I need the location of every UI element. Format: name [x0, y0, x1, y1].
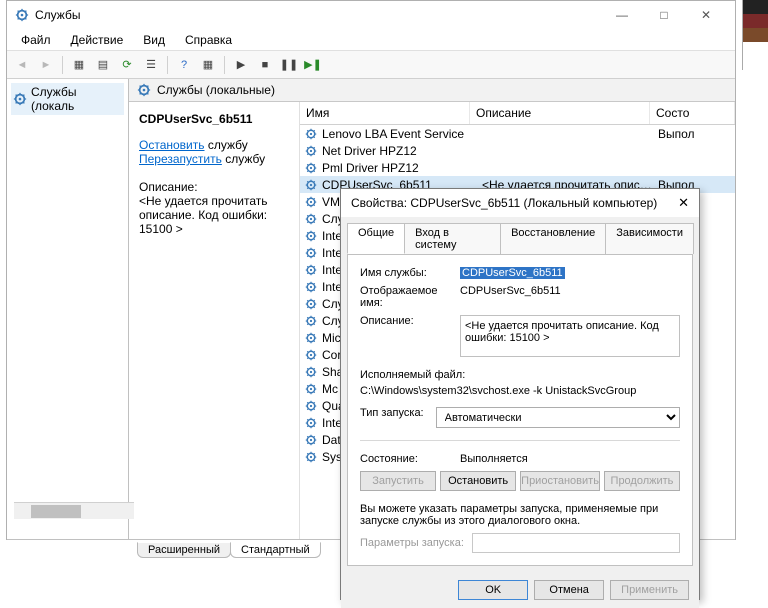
service-icon: [304, 382, 318, 396]
services-icon: [13, 92, 27, 106]
restart-link[interactable]: Перезапустить: [139, 152, 222, 166]
pause-button: Приостановить: [520, 471, 600, 491]
tree-pane: Службы (локаль: [7, 79, 129, 539]
cancel-button[interactable]: Отмена: [534, 580, 604, 600]
tab-logon[interactable]: Вход в систему: [404, 223, 501, 254]
minimize-button[interactable]: —: [601, 1, 643, 29]
menu-view[interactable]: Вид: [135, 31, 173, 49]
menu-action[interactable]: Действие: [63, 31, 132, 49]
service-name: Net Driver HPZ12: [322, 144, 482, 158]
service-icon: [304, 450, 318, 464]
service-row[interactable]: Pml Driver HPZ12: [300, 159, 735, 176]
menubar: Файл Действие Вид Справка: [7, 29, 735, 51]
service-icon: [304, 229, 318, 243]
col-state[interactable]: Состо: [650, 102, 735, 124]
pause-service-button[interactable]: ❚❚: [278, 54, 300, 76]
toolbar-button[interactable]: ▤: [92, 54, 114, 76]
tree-root[interactable]: Службы (локаль: [11, 83, 124, 115]
startup-type-label: Тип запуска:: [360, 407, 436, 419]
stop-service-button[interactable]: ■: [254, 54, 276, 76]
service-icon: [304, 399, 318, 413]
detail-pane: CDPUserSvc_6b511 Остановить службу Перез…: [129, 102, 299, 539]
service-name-value[interactable]: CDPUserSvc_6b511: [460, 267, 565, 279]
startup-type-select[interactable]: Автоматически: [436, 407, 680, 428]
desc-text: <Не удается прочитать описание. Код ошиб…: [139, 194, 289, 236]
forward-button: ►: [35, 54, 57, 76]
service-icon: [304, 161, 318, 175]
back-button: ◄: [11, 54, 33, 76]
tree-hscroll[interactable]: [31, 505, 81, 518]
dialog-close-button[interactable]: ✕: [678, 195, 689, 211]
service-icon: [304, 416, 318, 430]
titlebar: Службы — □ ✕: [7, 1, 735, 29]
display-name-value: CDPUserSvc_6b511: [460, 285, 680, 297]
continue-button: Продолжить: [604, 471, 680, 491]
service-state: Выпол: [658, 127, 708, 141]
service-icon: [304, 348, 318, 362]
close-button[interactable]: ✕: [685, 1, 727, 29]
tab-extended[interactable]: Расширенный: [137, 542, 231, 558]
run-button: Запустить: [360, 471, 436, 491]
list-header: Службы (локальные): [129, 79, 735, 102]
col-desc[interactable]: Описание: [470, 102, 650, 124]
tab-deps[interactable]: Зависимости: [605, 223, 694, 254]
toolbar-button[interactable]: ▦: [197, 54, 219, 76]
stop-button[interactable]: Остановить: [440, 471, 516, 491]
refresh-button[interactable]: ⟳: [116, 54, 138, 76]
restart-service-button[interactable]: ▶❚: [302, 54, 324, 76]
selected-service-name: CDPUserSvc_6b511: [139, 112, 289, 126]
state-value: Выполняется: [460, 453, 680, 465]
service-icon: [304, 280, 318, 294]
services-icon: [137, 83, 151, 97]
service-icon: [304, 433, 318, 447]
exe-path: C:\Windows\system32\svchost.exe -k Unist…: [360, 385, 680, 397]
service-name-label: Имя службы:: [360, 267, 460, 279]
ok-button[interactable]: OK: [458, 580, 528, 600]
service-icon: [304, 144, 318, 158]
app-icon: [15, 8, 29, 22]
state-label: Состояние:: [360, 453, 460, 465]
service-icon: [304, 246, 318, 260]
help-button[interactable]: ?: [173, 54, 195, 76]
window-title: Службы: [35, 8, 80, 22]
apply-button: Применить: [610, 580, 689, 600]
exe-label: Исполняемый файл:: [360, 369, 680, 381]
service-row[interactable]: Net Driver HPZ12: [300, 142, 735, 159]
maximize-button[interactable]: □: [643, 1, 685, 29]
service-icon: [304, 195, 318, 209]
display-name-label: Отображаемое имя:: [360, 285, 460, 309]
service-icon: [304, 297, 318, 311]
menu-file[interactable]: Файл: [13, 31, 59, 49]
service-icon: [304, 314, 318, 328]
service-name: Lenovo LBA Event Service: [322, 127, 482, 141]
menu-help[interactable]: Справка: [177, 31, 240, 49]
service-icon: [304, 212, 318, 226]
toolbar: ◄ ► ▦ ▤ ⟳ ☰ ? ▦ ▶ ■ ❚❚ ▶❚: [7, 51, 735, 79]
service-icon: [304, 263, 318, 277]
stop-link[interactable]: Остановить: [139, 138, 205, 152]
toolbar-button[interactable]: ▦: [68, 54, 90, 76]
tab-general[interactable]: Общие: [347, 223, 405, 254]
service-name: Pml Driver HPZ12: [322, 161, 482, 175]
desc-box[interactable]: <Не удается прочитать описание. Код ошиб…: [460, 315, 680, 357]
desc-label: Описание:: [139, 180, 289, 194]
toolbar-button[interactable]: ☰: [140, 54, 162, 76]
service-icon: [304, 178, 318, 192]
properties-dialog: Свойства: CDPUserSvc_6b511 (Локальный ко…: [340, 188, 700, 600]
tab-standard[interactable]: Стандартный: [230, 542, 321, 558]
service-icon: [304, 127, 318, 141]
start-service-button[interactable]: ▶: [230, 54, 252, 76]
side-app-strip: [742, 0, 768, 70]
service-icon: [304, 331, 318, 345]
col-name[interactable]: Имя: [300, 102, 470, 124]
service-icon: [304, 365, 318, 379]
hint-text: Вы можете указать параметры запуска, при…: [360, 503, 680, 527]
desc-label: Описание:: [360, 315, 460, 327]
service-row[interactable]: Lenovo LBA Event Service Выпол: [300, 125, 735, 142]
tab-recovery[interactable]: Восстановление: [500, 223, 606, 254]
params-label: Параметры запуска:: [360, 537, 464, 549]
dialog-title: Свойства: CDPUserSvc_6b511 (Локальный ко…: [351, 196, 657, 210]
params-input: [472, 533, 680, 553]
